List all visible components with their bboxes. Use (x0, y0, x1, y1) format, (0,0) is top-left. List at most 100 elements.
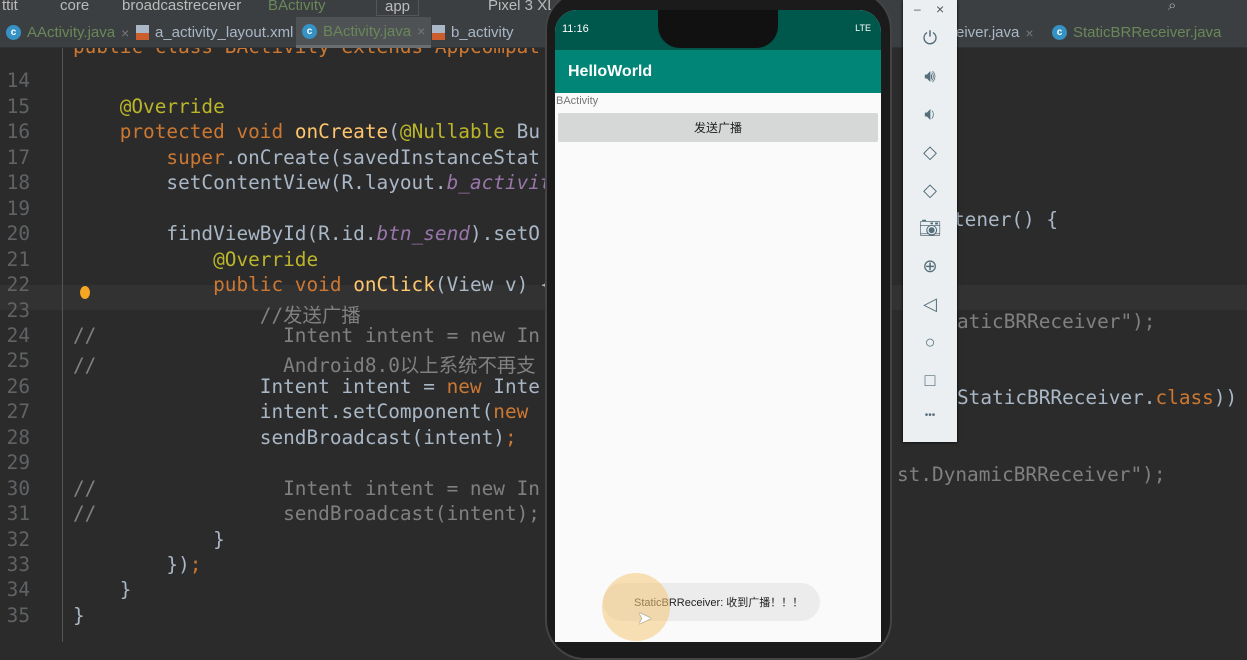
code-token: public void (73, 273, 354, 297)
line-number: 30 (6, 476, 30, 500)
line-number: 22 (6, 273, 30, 297)
line-number: 17 (6, 145, 30, 169)
line-number: 24 (6, 323, 30, 347)
code-token: (View v) { (434, 273, 548, 297)
tab-label: eiver.java (956, 24, 1020, 41)
breadcrumb-item[interactable]: core (60, 0, 89, 14)
line-number: 18 (6, 171, 30, 195)
status-bar: 11:16 LTE (555, 10, 881, 50)
code-token: }) (73, 553, 190, 576)
line-number: 28 (6, 425, 30, 449)
back-icon[interactable]: ◁ (903, 294, 957, 315)
code-line: @Override (73, 95, 225, 118)
minimize-button[interactable]: – (914, 2, 921, 16)
code-text: tener() { (953, 208, 1059, 231)
activity-label: BActivity (556, 95, 599, 107)
line-number: 31 (6, 502, 30, 526)
line-number: 25 (6, 349, 30, 373)
code-token: @Nullable (399, 120, 505, 144)
breadcrumb-item[interactable]: ttit (2, 0, 18, 14)
rotate-left-icon[interactable]: ◇ (903, 142, 957, 163)
emulator-screen[interactable]: 11:16 LTE HelloWorld BActivity 发送广播 Stat… (555, 10, 881, 642)
code-token: setContentView(R.layout. (73, 171, 447, 195)
device-select[interactable]: Pixel 3 XL (488, 0, 556, 14)
volume-up-icon[interactable]: 🔊︎ (903, 66, 957, 87)
code-line: sendBroadcast(intent); (73, 426, 517, 449)
tab-label: StaticBRReceiver.java (1073, 24, 1222, 41)
code-text: st.DynamicBRReceiver"); (897, 463, 1166, 486)
code-line: intent.setComponent(new (73, 400, 540, 423)
rotate-right-icon[interactable]: ◇ (903, 180, 957, 201)
line-number: 21 (6, 247, 30, 271)
run-config-select[interactable]: app (376, 0, 420, 16)
code-token: ).setO (469, 222, 540, 246)
tab-label: BActivity.java (323, 22, 412, 40)
tab-receiver[interactable]: eiver.java × (950, 17, 1040, 48)
line-number: 33 (6, 553, 30, 576)
tab-label: b_activity (451, 24, 514, 41)
code-token: } (73, 527, 225, 551)
breadcrumb-item[interactable]: BActivity (268, 0, 326, 14)
tab-aactivity[interactable]: c AActivity.java × (0, 17, 135, 48)
power-icon[interactable]: ⏻ (903, 28, 957, 49)
close-icon[interactable]: × (417, 23, 425, 39)
code-token: ; (504, 425, 517, 449)
code-token: } (73, 603, 85, 627)
tab-bactivity[interactable]: c BActivity.java × (296, 17, 432, 48)
lightbulb-icon[interactable] (80, 286, 90, 299)
code-token: public class BActivity extends AppCompat (73, 48, 540, 58)
line-number: 27 (6, 400, 30, 424)
code-line: } (73, 578, 132, 601)
code-token: new (446, 374, 494, 398)
line-number: 14 (6, 69, 30, 93)
camera-icon[interactable]: 📷︎ (903, 218, 957, 239)
code-line: public void onClick(View v) { (73, 273, 548, 296)
line-number: 23 (6, 298, 30, 322)
gutter-divider (62, 48, 63, 642)
code-token: intent.setComponent( (73, 400, 494, 424)
network-indicator: LTE (855, 23, 871, 33)
tab-b-activity[interactable]: b_activity (426, 17, 520, 48)
close-button[interactable]: × (936, 1, 944, 17)
code-token: Bu (504, 120, 541, 144)
more-icon[interactable]: ••• (903, 410, 957, 421)
close-icon[interactable]: × (1025, 25, 1033, 41)
overview-icon[interactable]: □ (903, 370, 957, 391)
xml-icon (432, 25, 445, 40)
code-line: Intent intent = new Inte (73, 375, 540, 398)
code-token: // Intent intent = new In (73, 323, 540, 347)
class-icon: c (6, 25, 21, 40)
code-token: b_activit (446, 171, 548, 195)
code-token: // Intent intent = new In (73, 476, 540, 500)
close-icon[interactable]: × (121, 25, 129, 41)
code-keyword: class (1155, 386, 1214, 409)
code-line: protected void onCreate(@Nullable Bu (73, 120, 540, 143)
search-icon[interactable]: ⌕ (1168, 0, 1176, 14)
emulator-side-panel: – × ⏻ 🔊︎ 🔉︎ ◇ ◇ 📷︎ ⊕ ◁ ○ □ ••• (903, 0, 957, 442)
code-token: sendBroadcast(intent) (73, 425, 505, 449)
camera-notch (658, 10, 778, 48)
code-editor[interactable]: 14 15 16 17 18 19 20 21 22 23 24 25 26 27 28 29 30 31 32 33… (0, 48, 548, 642)
class-icon: c (302, 23, 317, 39)
tab-label: a_activity_layout.xml (155, 24, 294, 41)
app-bar: HelloWorld (555, 50, 881, 93)
code-text: aticBRReceiver"); (957, 310, 1156, 333)
home-icon[interactable]: ○ (903, 332, 957, 353)
line-number: 16 (6, 120, 30, 144)
tab-staticbrreceiver[interactable]: c StaticBRReceiver.java (1046, 17, 1227, 48)
clock: 11:16 (562, 23, 589, 35)
code-token: ( (388, 120, 400, 144)
code-token: ; (189, 553, 202, 576)
breadcrumb-item[interactable]: broadcastreceiver (122, 0, 241, 14)
code-line: // Intent intent = new In (73, 324, 540, 347)
code-token: findViewById(R.id. (73, 222, 377, 246)
line-number: 15 (6, 94, 30, 118)
code-line: public class BActivity extends AppCompat (73, 48, 540, 58)
volume-down-icon[interactable]: 🔉︎ (903, 104, 957, 125)
code-token: btn_send (376, 222, 470, 246)
send-broadcast-button[interactable]: 发送广播 (558, 113, 878, 142)
tab-a-activity-layout[interactable]: a_activity_layout.xml× (130, 17, 314, 48)
zoom-icon[interactable]: ⊕ (903, 256, 957, 277)
line-number: 26 (6, 374, 30, 398)
code-text: )) (1213, 386, 1238, 409)
